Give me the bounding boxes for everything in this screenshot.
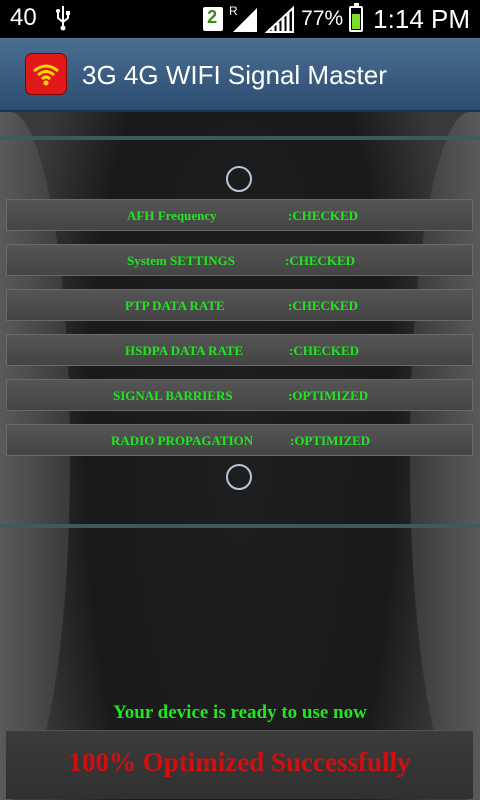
usb-icon	[56, 6, 70, 31]
signal-icon: R	[229, 4, 258, 32]
app-bar: 3G 4G WIFI Signal Master	[0, 38, 480, 112]
check-row-hsdpa: HSDPA DATA RATE :CHECKED	[6, 334, 473, 366]
check-label: AFH Frequency	[127, 208, 217, 223]
check-status: :CHECKED	[288, 208, 359, 223]
check-label: System SETTINGS	[127, 253, 235, 268]
ready-message: Your device is ready to use now	[113, 702, 367, 723]
battery-charging-icon	[349, 3, 364, 32]
check-label: HSDPA DATA RATE	[125, 343, 244, 358]
sim-icon: 2	[203, 7, 224, 31]
check-status: :CHECKED	[288, 298, 359, 313]
check-row-barriers: SIGNAL BARRIERS :OPTIMIZED	[6, 379, 473, 411]
check-label: RADIO PROPAGATION	[111, 433, 254, 448]
check-row-system: System SETTINGS :CHECKED	[6, 244, 473, 276]
divider-top	[0, 136, 480, 140]
loading-spinner-top	[226, 166, 252, 192]
main-panel: AFH Frequency :CHECKED System SETTINGS :…	[0, 112, 480, 800]
check-row-radio: RADIO PROPAGATION :OPTIMIZED	[6, 424, 473, 456]
status-bar: 40 2 R 77% 1:14 PM	[0, 0, 480, 38]
wifi-icon	[33, 64, 59, 86]
signal-icon-2	[265, 5, 295, 33]
notification-count: 40	[10, 4, 37, 31]
divider-bottom	[0, 524, 480, 528]
success-banner: 100% Optimized Successfully	[6, 730, 473, 799]
check-row-ptp: PTP DATA RATE :CHECKED	[6, 289, 473, 321]
check-status: :CHECKED	[289, 343, 360, 358]
app-logo[interactable]	[26, 54, 66, 94]
clock: 1:14 PM	[373, 3, 470, 34]
loading-spinner-bottom	[226, 464, 252, 490]
app-title: 3G 4G WIFI Signal Master	[82, 60, 387, 90]
check-row-afh: AFH Frequency :CHECKED	[6, 199, 473, 231]
success-message: 100% Optimized Successfully	[68, 747, 411, 777]
check-status: :OPTIMIZED	[290, 433, 371, 448]
svg-text:R: R	[229, 4, 238, 18]
check-status: :OPTIMIZED	[288, 388, 369, 403]
check-label: SIGNAL BARRIERS	[113, 388, 233, 403]
check-status: :CHECKED	[285, 253, 356, 268]
battery-percent: 77%	[301, 7, 344, 30]
check-label: PTP DATA RATE	[125, 298, 225, 313]
status-icons: 2 R 77% 1:14 PM	[203, 2, 470, 36]
